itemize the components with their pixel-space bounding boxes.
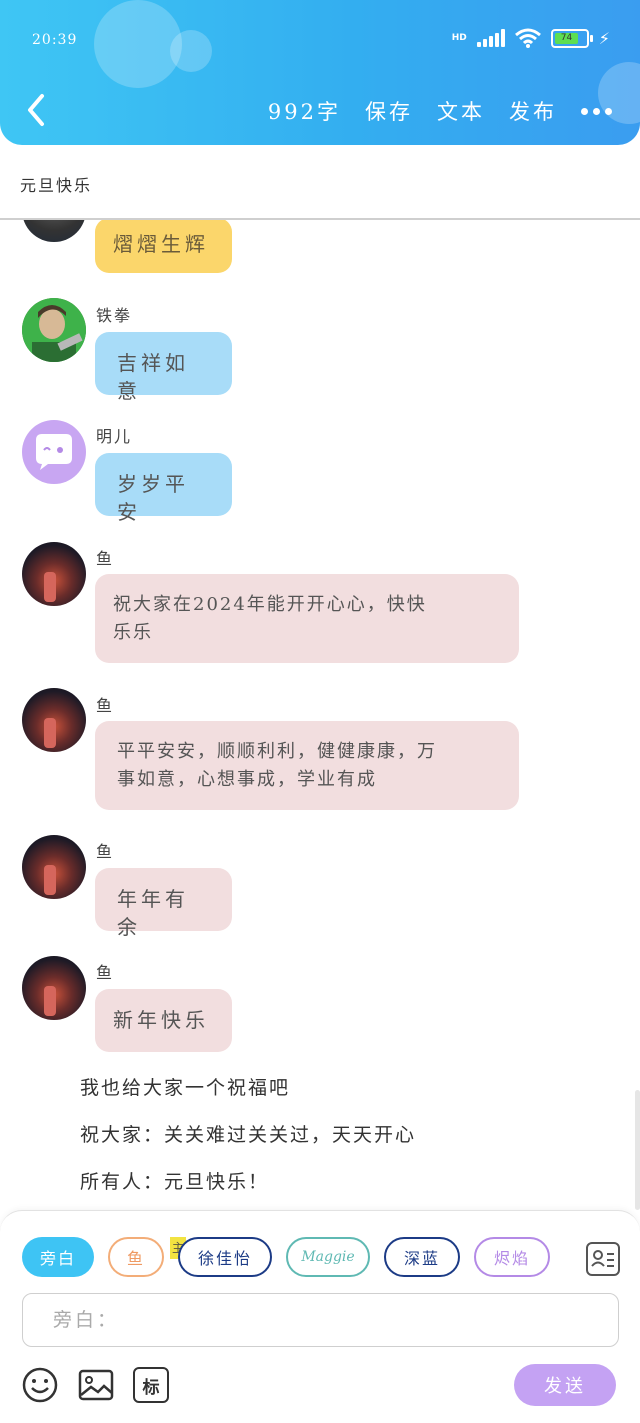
message-input[interactable] [23, 1294, 618, 1346]
avatar[interactable] [22, 298, 86, 362]
battery-level: 74 [554, 32, 579, 44]
send-button[interactable]: 发送 [514, 1364, 616, 1406]
narration-line[interactable]: 祝大家：关关难过关关过，天天开心 [80, 1120, 416, 1147]
avatar[interactable] [22, 220, 86, 242]
battery-icon: 74 [550, 28, 593, 48]
message-text: 熠熠生辉 [113, 232, 209, 256]
status-icons: HD 74 ⚡ [452, 28, 610, 48]
chat-bubble-icon [36, 434, 72, 470]
decor-bubble [170, 30, 212, 72]
narration-line[interactable]: 所有人：元旦快乐！ [80, 1167, 269, 1194]
message-bubble[interactable]: 平平安安，顺顺利利，健健康康，万 事如意，心想事成，学业有成 [95, 721, 519, 810]
message-text-line: 乐乐 [113, 622, 153, 643]
message-bubble[interactable]: 吉祥如意 [95, 332, 232, 403]
text-button[interactable]: 文本 [437, 96, 485, 126]
message-bubble[interactable]: 年年有余 [95, 868, 232, 939]
scrollbar[interactable] [635, 1090, 640, 1210]
message-input-box[interactable] [22, 1293, 619, 1347]
avatar-image [22, 298, 86, 362]
wifi-icon [514, 28, 541, 48]
message-text-line: 祝大家在2024年能开开心心，快快 [113, 594, 427, 615]
status-time: 20:39 [32, 32, 78, 48]
role-maggie[interactable]: Maggie [286, 1237, 370, 1277]
role-xiyan[interactable]: 烬焰 [474, 1237, 550, 1277]
chat-area[interactable]: 熠熠生辉 铁拳 吉祥如意 明儿 岁岁平安 鱼 祝大家在2024年能开开心心，快快… [0, 220, 640, 1210]
title-bar: 元旦快乐 [0, 145, 640, 220]
message-bubble[interactable]: 岁岁平安 [95, 453, 232, 524]
avatar[interactable] [22, 542, 86, 606]
role-selector: 旁白 鱼 主 徐佳怡 Maggie 深蓝 烬焰 [22, 1237, 562, 1279]
network-label: HD [451, 33, 467, 43]
header-bar: 20:39 HD 74 ⚡ 992字 保存 文本 发布 [0, 0, 640, 145]
role-shenlan[interactable]: 深蓝 [384, 1237, 460, 1277]
publish-button[interactable]: 发布 [509, 96, 557, 126]
message-text: 岁岁平安 [117, 472, 189, 524]
sender-name: 鱼 [96, 696, 115, 715]
emoji-icon[interactable] [22, 1367, 58, 1403]
avatar[interactable] [22, 688, 86, 752]
contact-card-icon[interactable] [586, 1242, 620, 1276]
sender-name: 鱼 [96, 963, 115, 982]
role-yu[interactable]: 鱼 [108, 1237, 164, 1277]
message-text: 新年快乐 [113, 1008, 209, 1032]
message-bubble[interactable]: 熠熠生辉 [95, 220, 232, 273]
message-text-line: 平平安安，顺顺利利，健健康康，万 [117, 741, 437, 762]
role-narrator[interactable]: 旁白 [22, 1237, 94, 1277]
charging-icon: ⚡ [598, 28, 610, 48]
story-title[interactable]: 元旦快乐 [20, 172, 92, 196]
sender-name: 鱼 [96, 842, 115, 861]
word-count: 992字 [267, 100, 341, 124]
signal-icon [476, 29, 505, 47]
sender-name: 明儿 [96, 427, 133, 446]
message-bubble[interactable]: 新年快乐 [95, 989, 232, 1052]
message-bubble[interactable]: 祝大家在2024年能开开心心，快快 乐乐 [95, 574, 519, 663]
role-xu[interactable]: 徐佳怡 [178, 1237, 272, 1277]
narration-line[interactable]: 我也给大家一个祝福吧 [80, 1073, 290, 1100]
avatar[interactable] [22, 956, 86, 1020]
message-text: 年年有余 [117, 887, 189, 939]
message-text-line: 事如意，心想事成，学业有成 [117, 769, 377, 790]
message-text: 吉祥如意 [117, 351, 189, 403]
tag-icon[interactable]: 标 [133, 1367, 169, 1403]
decor-bubble [94, 0, 182, 88]
avatar[interactable] [22, 835, 86, 899]
sender-name: 铁拳 [96, 306, 133, 325]
avatar[interactable] [22, 420, 86, 484]
header-actions: 992字 保存 文本 发布 [268, 96, 612, 126]
back-arrow-icon[interactable] [20, 88, 60, 132]
image-icon[interactable] [78, 1367, 114, 1403]
compose-panel: 旁白 鱼 主 徐佳怡 Maggie 深蓝 烬焰 标 发送 [0, 1210, 640, 1423]
sender-name: 鱼 [96, 549, 115, 568]
save-button[interactable]: 保存 [365, 96, 413, 126]
more-icon[interactable] [581, 107, 612, 115]
